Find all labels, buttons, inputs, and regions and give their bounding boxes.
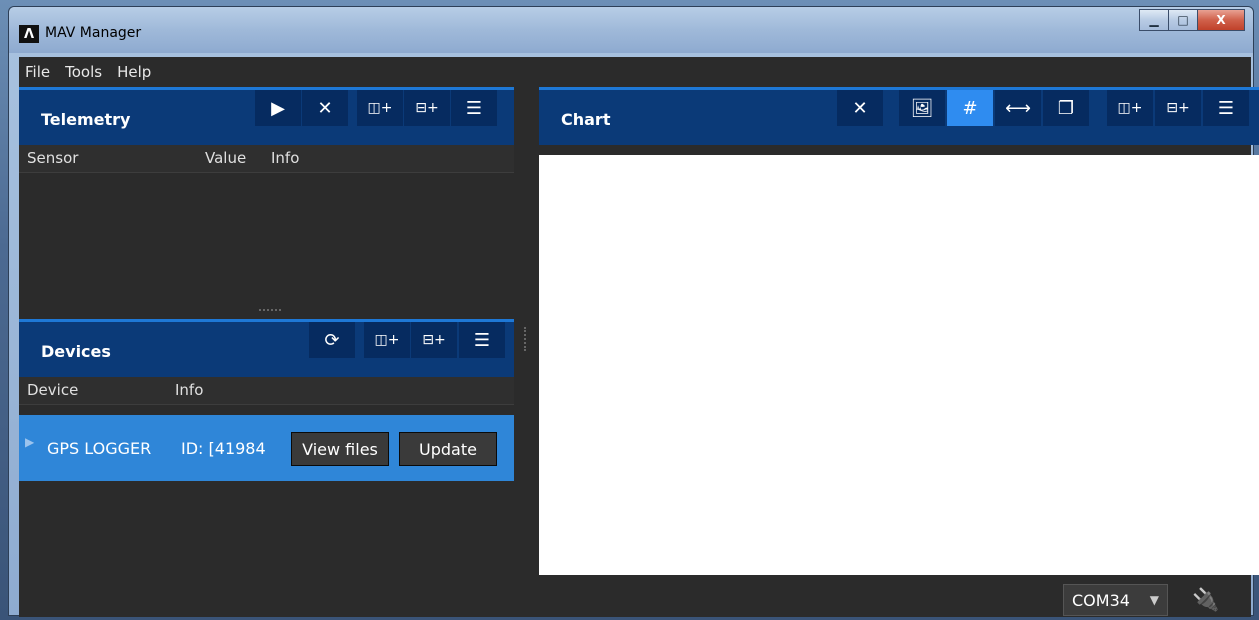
window-title: MAV Manager xyxy=(45,25,142,41)
chart-title: Chart xyxy=(561,110,611,129)
grid-icon[interactable]: # xyxy=(947,90,993,126)
col-info: Info xyxy=(271,149,300,167)
vertical-splitter[interactable] xyxy=(524,327,526,351)
port-value: COM34 xyxy=(1072,590,1130,610)
device-info: ID: [41984 xyxy=(181,439,266,458)
client-area: File Tools Help Telemetry ▶ ✕ ◫+ ⊟+ ☰ Se… xyxy=(19,57,1259,617)
app-window: Λ MAV Manager ▁ □ X File Tools Help Tele… xyxy=(8,6,1259,617)
connect-icon[interactable]: 🔌 xyxy=(1189,583,1223,617)
image-icon[interactable]: 🖼 xyxy=(899,90,945,126)
devices-title: Devices xyxy=(41,342,111,361)
app-logo-icon: Λ xyxy=(19,25,39,43)
device-name: GPS LOGGER xyxy=(47,439,152,458)
devices-add-row-icon[interactable]: ⊟+ xyxy=(411,322,457,358)
menu-help[interactable]: Help xyxy=(117,63,151,81)
col-sensor: Sensor xyxy=(27,149,79,167)
col-device: Device xyxy=(27,381,79,399)
chart-header: Chart ✕ 🖼 # ⟷ ❐ ◫+ ⊟+ ☰ xyxy=(539,87,1259,145)
status-bar: COM34 ▼ 🔌 xyxy=(19,577,1251,617)
view-files-button[interactable]: View files xyxy=(291,432,389,466)
telemetry-columns: Sensor Value Info xyxy=(19,145,514,173)
devices-header: Devices ⟳ ◫+ ⊟+ ☰ xyxy=(19,319,514,377)
maximize-button[interactable]: □ xyxy=(1168,9,1198,31)
menu-bar: File Tools Help xyxy=(19,57,1251,87)
telemetry-body: Sensor Value Info xyxy=(19,145,514,303)
title-bar: Λ MAV Manager ▁ □ X xyxy=(9,7,1253,53)
telemetry-menu-icon[interactable]: ☰ xyxy=(451,90,497,126)
chart-add-column-icon[interactable]: ◫+ xyxy=(1107,90,1153,126)
telemetry-add-row-icon[interactable]: ⊟+ xyxy=(404,90,450,126)
col-value: Value xyxy=(205,149,247,167)
col-info: Info xyxy=(175,381,204,399)
window-controls: ▁ □ X xyxy=(1139,9,1245,31)
refresh-button[interactable]: ⟳ xyxy=(309,322,355,358)
devices-add-column-icon[interactable]: ◫+ xyxy=(364,322,410,358)
devices-body: Device Info ▶ GPS LOGGER ID: [41984 View… xyxy=(19,377,514,573)
telemetry-close-button[interactable]: ✕ xyxy=(302,90,348,126)
telemetry-header: Telemetry ▶ ✕ ◫+ ⊟+ ☰ xyxy=(19,87,514,145)
expand-icon[interactable]: ▶ xyxy=(25,435,34,449)
chart-canvas[interactable] xyxy=(539,155,1259,575)
minimize-button[interactable]: ▁ xyxy=(1139,9,1169,31)
chart-close-button[interactable]: ✕ xyxy=(837,90,883,126)
telemetry-title: Telemetry xyxy=(41,110,131,129)
chart-add-row-icon[interactable]: ⊟+ xyxy=(1155,90,1201,126)
copy-icon[interactable]: ❐ xyxy=(1043,90,1089,126)
menu-file[interactable]: File xyxy=(25,63,50,81)
update-button[interactable]: Update xyxy=(399,432,497,466)
devices-columns: Device Info xyxy=(19,377,514,405)
telemetry-add-column-icon[interactable]: ◫+ xyxy=(357,90,403,126)
devices-menu-icon[interactable]: ☰ xyxy=(459,322,505,358)
close-button[interactable]: X xyxy=(1197,9,1245,31)
device-row[interactable]: ▶ GPS LOGGER ID: [41984 View files Updat… xyxy=(19,415,514,481)
play-button[interactable]: ▶ xyxy=(255,90,301,126)
splitter-handle[interactable] xyxy=(259,309,281,311)
fit-width-icon[interactable]: ⟷ xyxy=(995,90,1041,126)
port-select[interactable]: COM34 ▼ xyxy=(1063,584,1168,616)
menu-tools[interactable]: Tools xyxy=(65,63,102,81)
chevron-down-icon: ▼ xyxy=(1149,593,1159,607)
chart-menu-icon[interactable]: ☰ xyxy=(1203,90,1249,126)
